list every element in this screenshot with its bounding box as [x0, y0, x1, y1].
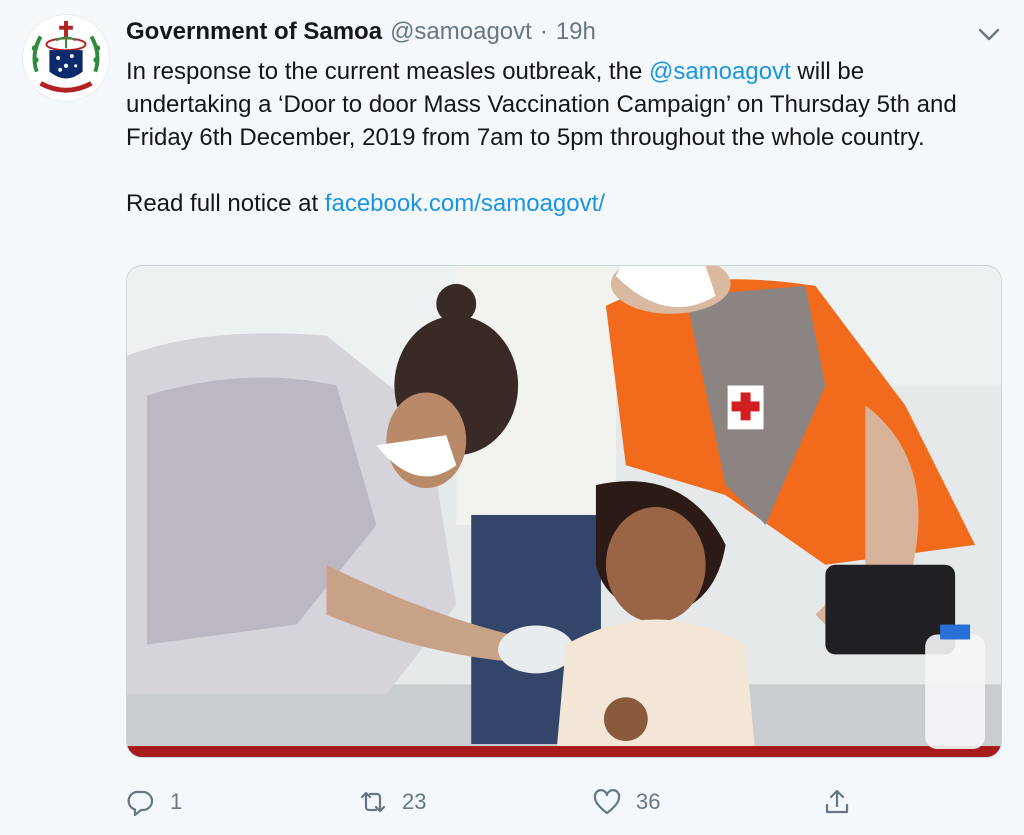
reply-button[interactable]: 1	[126, 780, 182, 824]
samoa-coat-of-arms-icon	[24, 16, 108, 100]
chevron-down-icon	[978, 28, 1000, 41]
retweet-button[interactable]: 23	[358, 780, 426, 824]
heart-icon	[593, 789, 621, 815]
avatar[interactable]	[22, 14, 110, 102]
reply-icon	[127, 790, 154, 817]
vaccination-photo	[127, 266, 1001, 757]
text-segment: Read full notice at	[126, 190, 325, 217]
author-name[interactable]: Government of Samoa	[126, 18, 382, 46]
retweet-icon	[360, 791, 386, 813]
like-button[interactable]: 36	[592, 780, 660, 824]
share-icon	[825, 789, 849, 814]
mention-link[interactable]: @samoagovt	[649, 58, 791, 85]
tweet-media-photo[interactable]	[126, 265, 1002, 758]
retweet-count: 23	[402, 789, 427, 814]
reply-count: 1	[170, 789, 183, 814]
separator: ·	[539, 18, 548, 45]
url-link[interactable]: facebook.com/samoagovt/	[325, 190, 605, 217]
tweet-actions: 1 23 36	[126, 780, 886, 824]
share-button[interactable]	[822, 780, 866, 824]
tweet-header: Government of Samoa @samoagovt · 19h	[126, 18, 596, 48]
text-segment: In response to the current measles outbr…	[126, 58, 649, 85]
tweet[interactable]: Government of Samoa @samoagovt · 19h In …	[0, 0, 1024, 835]
author-handle[interactable]: @samoagovt	[390, 18, 532, 46]
like-count: 36	[636, 789, 661, 814]
timestamp[interactable]: 19h	[556, 18, 596, 46]
tweet-paragraph: In response to the current measles outbr…	[126, 55, 986, 154]
more-options-button[interactable]	[974, 20, 1004, 48]
tweet-text: In response to the current measles outbr…	[126, 55, 986, 220]
tweet-paragraph: Read full notice at facebook.com/samoago…	[126, 187, 986, 220]
